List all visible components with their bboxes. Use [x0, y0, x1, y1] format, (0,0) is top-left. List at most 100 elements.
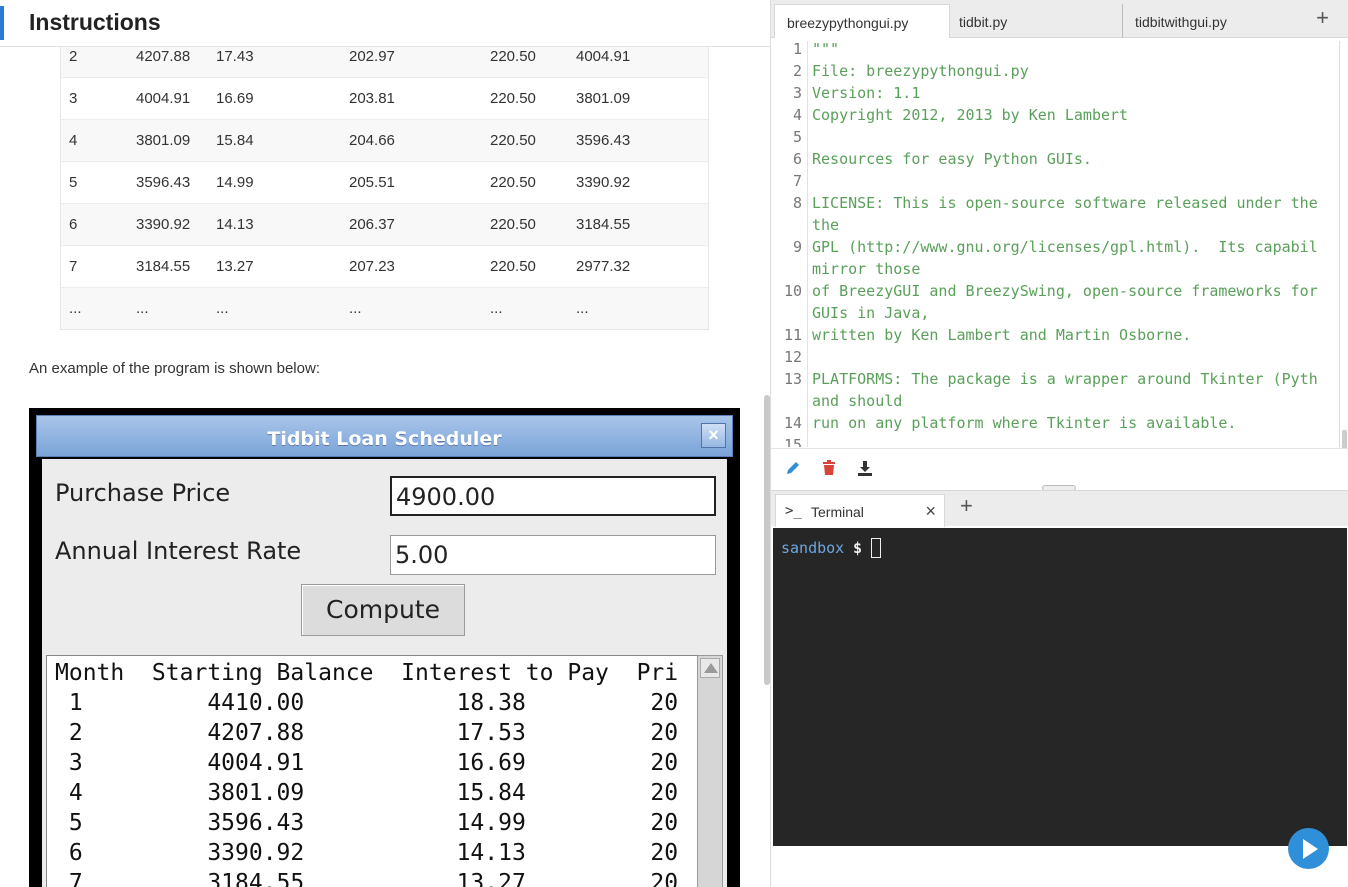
tab-tidbitwithgui[interactable]: tidbitwithgui.py	[1122, 4, 1298, 38]
table-cell: 2	[69, 48, 78, 65]
tk-close-icon: ×	[701, 423, 726, 448]
table-cell: 206.37	[349, 216, 395, 233]
pencil-icon[interactable]	[784, 459, 802, 477]
line-number: 13	[783, 370, 802, 388]
table-cell: 3	[69, 90, 78, 107]
line-number: 6	[792, 150, 802, 168]
terminal-host: sandbox	[781, 539, 845, 557]
code-line: GUIs in Java,	[812, 304, 930, 322]
schedule-line: 4 3801.09 15.84 20	[55, 780, 679, 806]
interest-rate-field: 5.00	[390, 535, 716, 575]
add-terminal-button[interactable]: +	[960, 493, 973, 519]
table-cell: 13.27	[216, 258, 254, 275]
header-accent-bar	[0, 6, 4, 40]
table-row: 3 4004.91 16.69 203.81 220.50 3801.09	[61, 77, 708, 119]
line-number: 3	[792, 84, 802, 102]
trash-icon[interactable]	[820, 459, 838, 477]
line-number: 5	[792, 128, 802, 146]
code-line: run on any platform where Tkinter is ava…	[812, 414, 1237, 432]
close-terminal-icon[interactable]: ×	[925, 501, 936, 522]
terminal-tab-label: Terminal	[811, 504, 864, 520]
table-cell: 220.50	[490, 48, 536, 65]
terminal-console[interactable]: sandbox $	[773, 528, 1347, 846]
terminal-tabs: >_ Terminal × +	[771, 490, 1348, 527]
tk-titlebar: Tidbit Loan Scheduler ×	[36, 415, 733, 457]
instructions-pane: 2 4207.88 17.43 202.97 220.50 4004.91 3 4004.91…	[0, 0, 770, 887]
table-row: 6 3390.92 14.13 206.37 220.50 3184.55	[61, 203, 708, 245]
code-line: of BreezyGUI and BreezySwing, open-sourc…	[812, 282, 1318, 300]
code-editor[interactable]: 1 2 3 4 5 6 7 8 9 10 11 12 13 14 15 """ File: breezypyt…	[775, 41, 1340, 447]
line-number: 10	[783, 282, 802, 300]
table-cell: 3390.92	[136, 216, 191, 233]
table-cell: 6	[69, 216, 78, 233]
terminal-prompt-icon: >_	[785, 503, 802, 519]
line-number: 9	[792, 238, 802, 256]
table-cell: ...	[349, 300, 362, 317]
table-row: 7 3184.55 13.27 207.23 220.50 2977.32	[61, 245, 708, 287]
code-line: """	[812, 41, 840, 58]
file-tabs: breezypythongui.py tidbit.py tidbitwithg…	[771, 0, 1348, 38]
editor-pane: breezypythongui.py tidbit.py tidbitwithg…	[770, 0, 1348, 887]
table-cell: 220.50	[490, 90, 536, 107]
table-cell: 3596.43	[136, 174, 191, 191]
table-cell: 220.50	[490, 216, 536, 233]
table-cell: 207.23	[349, 258, 395, 275]
schedule-line: 3 4004.91 16.69 20	[55, 750, 679, 776]
table-cell: 4	[69, 132, 78, 149]
table-cell: 15.84	[216, 132, 254, 149]
line-number: 8	[792, 194, 802, 212]
code-line: LICENSE: This is open-source software re…	[812, 194, 1318, 212]
add-tab-button[interactable]: +	[1316, 5, 1329, 31]
tab-breezypythongui[interactable]: breezypythongui.py	[774, 4, 950, 38]
line-number: 15	[783, 436, 802, 447]
code-line: mirror those	[812, 260, 921, 278]
tab-tidbit[interactable]: tidbit.py	[947, 4, 1123, 38]
table-row: 5 3596.43 14.99 205.51 220.50 3390.92	[61, 161, 708, 203]
table-cell: 3596.43	[576, 132, 631, 149]
schedule-line: 2 4207.88 17.53 20	[55, 720, 679, 746]
line-number: 11	[783, 326, 802, 344]
interest-rate-label: Annual Interest Rate	[55, 537, 302, 565]
code-line: Copyright 2012, 2013 by Ken Lambert	[812, 106, 1129, 124]
tk-scrollbar	[697, 655, 723, 887]
table-cell: 17.43	[216, 48, 254, 65]
line-number: 4	[792, 106, 802, 124]
instructions-header: Instructions	[0, 0, 770, 47]
run-button[interactable]	[1288, 828, 1329, 869]
schedule-line: 6 3390.92 14.13 20	[55, 840, 679, 866]
tk-body: Purchase Price 4900.00 Annual Interest R…	[42, 459, 727, 887]
table-cell: 220.50	[490, 132, 536, 149]
table-row: 4 3801.09 15.84 204.66 220.50 3596.43	[61, 119, 708, 161]
table-cell: 2977.32	[576, 258, 631, 275]
tab-terminal[interactable]: >_ Terminal ×	[775, 494, 945, 527]
table-cell: ...	[69, 300, 82, 317]
purchase-price-label: Purchase Price	[55, 479, 231, 507]
table-cell: 205.51	[349, 174, 395, 191]
line-number: 12	[783, 348, 802, 366]
table-cell: 220.50	[490, 174, 536, 191]
table-cell: 14.13	[216, 216, 254, 233]
code-line: GPL (http://www.gnu.org/licenses/gpl.htm…	[812, 238, 1318, 256]
line-number: 2	[792, 62, 802, 80]
table-cell: ...	[136, 300, 149, 317]
table-cell: 3801.09	[136, 132, 191, 149]
table-cell: 204.66	[349, 132, 395, 149]
purchase-price-field: 4900.00	[390, 476, 716, 516]
code-line: File: breezypythongui.py	[812, 62, 1029, 80]
table-cell: 3184.55	[576, 216, 631, 233]
compute-button: Compute	[301, 584, 465, 636]
schedule-line: 7 3184.55 13.27 20	[55, 870, 679, 887]
table-cell: 220.50	[490, 258, 536, 275]
page-title: Instructions	[29, 9, 161, 35]
download-icon[interactable]	[856, 459, 874, 477]
code-line: written by Ken Lambert and Martin Osborn…	[812, 326, 1192, 344]
amortization-table: 2 4207.88 17.43 202.97 220.50 4004.91 3 4004.91…	[60, 35, 709, 330]
code-line: PLATFORMS: The package is a wrapper arou…	[812, 370, 1318, 388]
code-line: and should	[812, 392, 903, 410]
table-cell: 3184.55	[136, 258, 191, 275]
line-number: 1	[792, 41, 802, 58]
code-line: the	[812, 216, 840, 234]
code-line: Version: 1.1	[812, 84, 921, 102]
table-cell: 4004.91	[136, 90, 191, 107]
table-cell: 14.99	[216, 174, 254, 191]
